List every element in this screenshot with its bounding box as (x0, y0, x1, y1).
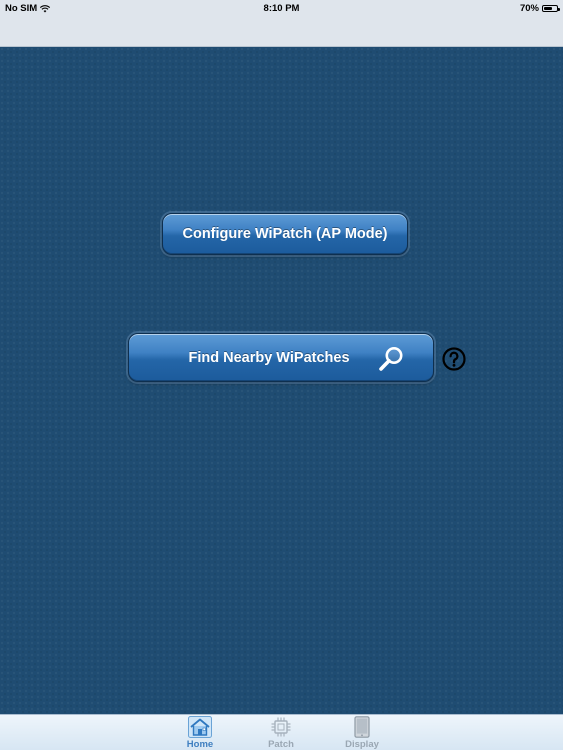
tablet-icon (354, 716, 370, 738)
navigation-bar (0, 16, 563, 47)
configure-wipatch-button[interactable]: Configure WiPatch (AP Mode) (162, 213, 408, 255)
tab-display-label: Display (345, 739, 379, 750)
house-icon (188, 716, 212, 738)
tab-patch[interactable]: Patch (253, 716, 309, 750)
status-time: 8:10 PM (263, 3, 300, 14)
find-nearby-wipatches-button[interactable]: Find Nearby WiPatches (128, 333, 434, 382)
magnifier-icon (379, 347, 403, 371)
configure-button-label: Configure WiPatch (AP Mode) (182, 226, 388, 242)
tab-home[interactable]: Home (172, 716, 228, 750)
battery-tip (558, 7, 560, 11)
battery-icon (542, 5, 560, 12)
find-button-label: Find Nearby WiPatches (188, 349, 350, 366)
status-right: 70% (519, 3, 560, 14)
status-bar: No SIM 8:10 PM 70% (0, 0, 563, 16)
battery-fill (544, 7, 553, 10)
battery-percent: 70% (519, 3, 539, 14)
chip-icon (271, 717, 291, 737)
tab-display[interactable]: Display (334, 716, 390, 750)
tab-patch-label: Patch (268, 739, 294, 750)
main-content: Configure WiPatch (AP Mode) Find Nearby … (0, 47, 563, 714)
tab-bar: Home Patch Display (0, 714, 563, 750)
question-circle-icon[interactable] (442, 347, 466, 371)
tab-home-label: Home (186, 739, 214, 750)
